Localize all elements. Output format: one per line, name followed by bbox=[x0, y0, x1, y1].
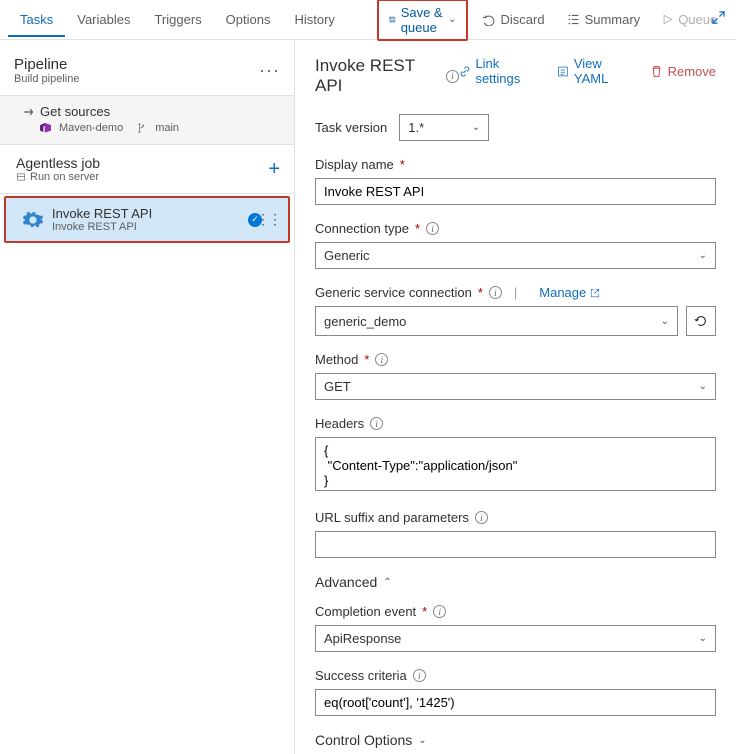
connection-type-select[interactable]: Generic⌄ bbox=[315, 242, 716, 269]
drag-handle-icon[interactable]: ⋮⋮ bbox=[256, 211, 280, 228]
agentless-job-item[interactable]: Agentless job Run on server + bbox=[0, 145, 294, 194]
discard-button[interactable]: Discard bbox=[474, 7, 552, 32]
chevron-down-icon: ⌄ bbox=[448, 14, 456, 25]
refresh-icon bbox=[694, 314, 708, 328]
save-queue-button[interactable]: Save & queue ⌄ bbox=[377, 0, 469, 41]
connection-type-label: Connection type bbox=[315, 221, 409, 236]
tab-variables[interactable]: Variables bbox=[65, 2, 142, 37]
info-icon[interactable]: i bbox=[433, 605, 446, 618]
method-select[interactable]: GET⌄ bbox=[315, 373, 716, 400]
remove-button[interactable]: Remove bbox=[650, 56, 716, 86]
advanced-section-toggle[interactable]: Advanced ⌃ bbox=[315, 574, 716, 590]
tab-triggers[interactable]: Triggers bbox=[142, 2, 213, 37]
trash-icon bbox=[650, 65, 663, 78]
link-icon bbox=[459, 65, 471, 78]
manage-link[interactable]: Manage bbox=[539, 285, 600, 300]
headers-textarea[interactable]: { "Content-Type":"application/json" } bbox=[315, 437, 716, 491]
success-criteria-label: Success criteria bbox=[315, 668, 407, 683]
panel-title: Invoke REST API bbox=[315, 56, 438, 96]
tab-options[interactable]: Options bbox=[214, 2, 283, 37]
chevron-down-icon: ⌄ bbox=[699, 381, 707, 392]
success-criteria-input[interactable] bbox=[315, 689, 716, 716]
completion-event-select[interactable]: ApiResponse⌄ bbox=[315, 625, 716, 652]
info-icon[interactable]: i bbox=[426, 222, 439, 235]
task-settings-panel: Invoke REST API i Link settings View YAM… bbox=[295, 40, 736, 754]
info-icon[interactable]: i bbox=[375, 353, 388, 366]
chevron-up-icon: ⌃ bbox=[383, 577, 391, 588]
pipeline-more-button[interactable]: ··· bbox=[259, 60, 280, 81]
more-button[interactable]: ··· bbox=[731, 7, 736, 32]
task-version-label: Task version bbox=[315, 120, 387, 135]
info-icon[interactable]: i bbox=[370, 417, 383, 430]
task-name: Invoke REST API bbox=[52, 206, 152, 221]
view-yaml-button[interactable]: View YAML bbox=[557, 56, 634, 86]
top-tabs: Tasks Variables Triggers Options History bbox=[8, 2, 347, 37]
display-name-input[interactable] bbox=[315, 178, 716, 205]
sidebar: Pipeline Build pipeline ··· Get sources … bbox=[0, 40, 295, 754]
chevron-down-icon: ⌄ bbox=[699, 633, 707, 644]
branch-small-icon bbox=[137, 123, 147, 133]
task-sub: Invoke REST API bbox=[52, 221, 152, 233]
server-icon bbox=[16, 172, 26, 182]
headers-label: Headers bbox=[315, 416, 364, 431]
info-icon[interactable]: i bbox=[475, 511, 488, 524]
yaml-icon bbox=[557, 65, 569, 78]
info-icon[interactable]: i bbox=[413, 669, 426, 682]
chevron-down-icon: ⌄ bbox=[418, 735, 426, 746]
task-version-select[interactable]: 1.* ⌄ bbox=[399, 114, 489, 141]
pipeline-title: Pipeline bbox=[14, 56, 79, 73]
refresh-button[interactable] bbox=[686, 306, 716, 336]
get-sources-item[interactable]: Get sources Maven-demo main bbox=[0, 96, 294, 145]
task-invoke-rest-api[interactable]: Invoke REST API Invoke REST API ✓ ⋮⋮ bbox=[4, 196, 290, 243]
branch-name: main bbox=[155, 122, 179, 134]
chevron-down-icon: ⌄ bbox=[661, 316, 669, 327]
info-icon[interactable]: i bbox=[489, 286, 502, 299]
branch-icon bbox=[22, 106, 34, 118]
tab-history[interactable]: History bbox=[282, 2, 346, 37]
method-label: Method bbox=[315, 352, 358, 367]
undo-icon bbox=[482, 13, 495, 26]
external-link-icon bbox=[590, 288, 600, 298]
service-connection-label: Generic service connection bbox=[315, 285, 472, 300]
expand-icon[interactable] bbox=[711, 10, 726, 25]
azure-repo-icon bbox=[40, 123, 51, 134]
control-options-section-toggle[interactable]: Control Options ⌄ bbox=[315, 732, 716, 748]
info-icon[interactable]: i bbox=[446, 70, 458, 83]
save-icon bbox=[389, 13, 396, 26]
url-suffix-input[interactable] bbox=[315, 531, 716, 558]
url-suffix-label: URL suffix and parameters bbox=[315, 510, 469, 525]
play-icon bbox=[662, 14, 673, 25]
completion-event-label: Completion event bbox=[315, 604, 416, 619]
chevron-down-icon: ⌄ bbox=[472, 122, 480, 133]
gear-icon bbox=[22, 209, 44, 231]
list-icon bbox=[567, 13, 580, 26]
tab-tasks[interactable]: Tasks bbox=[8, 2, 65, 37]
summary-button[interactable]: Summary bbox=[559, 7, 649, 32]
chevron-down-icon: ⌄ bbox=[699, 250, 707, 261]
service-connection-select[interactable]: generic_demo⌄ bbox=[315, 306, 678, 336]
repo-name: Maven-demo bbox=[59, 122, 123, 134]
pipeline-subtitle: Build pipeline bbox=[14, 73, 79, 85]
job-title: Agentless job bbox=[16, 155, 100, 171]
add-task-button[interactable]: + bbox=[268, 158, 280, 181]
link-settings-button[interactable]: Link settings bbox=[459, 56, 541, 86]
display-name-label: Display name bbox=[315, 157, 394, 172]
